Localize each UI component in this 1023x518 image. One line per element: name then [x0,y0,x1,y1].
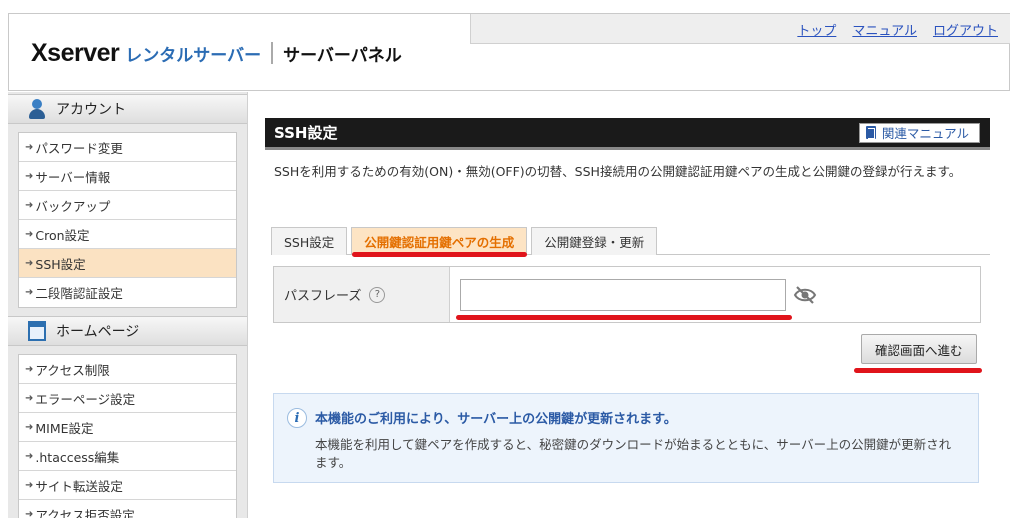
sidebar-item-label: サーバー情報 [35,169,111,185]
sidebar-homepage-list: ➜ アクセス制限 ➜ エラーページ設定 ➜ MIME設定 ➜ .htaccess編集 ➜… [18,354,237,518]
sidebar-section-title: アカウント [56,102,126,118]
title-bar: SSH設定 関連マニュアル [265,118,990,150]
annotation-underline-button [854,368,982,373]
annotation-underline-input [456,315,792,320]
page-description: SSHを利用するための有効(ON)・無効(OFF)の切替、SSH接続用の公開鍵認… [274,164,962,179]
passphrase-input[interactable] [460,279,786,311]
logout-link[interactable]: ログアウト [933,20,998,39]
confirm-button[interactable]: 確認画面へ進む [861,334,977,364]
sidebar-item-error-page[interactable]: ➜ エラーページ設定 [19,384,236,413]
annotation-underline-tab [352,252,527,257]
help-icon[interactable]: ? [369,286,386,303]
tab-bar: SSH設定 公開鍵認証用鍵ペアの生成 公開鍵登録・更新 [271,227,990,255]
sidebar-section-title: ホームページ [56,324,140,340]
person-icon [28,99,46,119]
sidebar-account-list: ➜ パスワード変更 ➜ サーバー情報 ➜ バックアップ ➜ Cron設定 ➜ SSH設定 … [18,132,237,308]
sidebar-item-site-transfer[interactable]: ➜ サイト転送設定 [19,471,236,500]
top-link[interactable]: トップ [797,20,836,39]
arrow-icon: ➜ [25,257,34,269]
logo-subtitle: レンタルサーバー [125,45,262,66]
homepage-icon [28,321,46,341]
info-box: i 本機能のご利用により、サーバー上の公開鍵が更新されます。 本機能を利用して鍵… [273,393,979,483]
arrow-icon: ➜ [25,141,34,153]
info-body: 本機能を利用して鍵ペアを作成すると、秘密鍵のダウンロードが始まるとともに、サーバ… [315,437,952,470]
sidebar-item-two-factor[interactable]: ➜ 二段階認証設定 [19,278,236,307]
sidebar-item-access-deny[interactable]: ➜ アクセス拒否設定 [19,500,236,518]
arrow-icon: ➜ [25,450,34,462]
arrow-icon: ➜ [25,287,34,298]
logo[interactable]: Xserver レンタルサーバー サーバーパネル [31,38,402,68]
related-manual-button[interactable]: 関連マニュアル [858,122,980,143]
book-icon [865,126,876,139]
logo-brand: Xserver [31,38,120,67]
header: Xserver レンタルサーバー サーバーパネル トップ マニュアル ログアウト [8,13,1010,91]
sidebar-item-label: .htaccess編集 [35,449,120,465]
arrow-icon: ➜ [25,228,34,240]
passphrase-label-cell: パスフレーズ ? [274,267,450,322]
info-title: 本機能のご利用により、サーバー上の公開鍵が更新されます。 [315,412,677,427]
sidebar-item-server-info[interactable]: ➜ サーバー情報 [19,162,236,191]
sidebar-item-label: 二段階認証設定 [35,286,123,301]
related-manual-label: 関連マニュアル [881,126,969,141]
header-links: トップ マニュアル ログアウト [797,20,998,39]
page-title: SSH設定 [274,124,338,142]
arrow-icon: ➜ [25,392,34,404]
manual-link[interactable]: マニュアル [852,20,917,39]
sidebar-section-account: アカウント [8,94,247,124]
info-icon: i [287,408,307,428]
sidebar-item-label: パスワード変更 [35,140,123,156]
sidebar-section-homepage: ホームページ [8,316,247,346]
sidebar: アカウント ➜ パスワード変更 ➜ サーバー情報 ➜ バックアップ ➜ Cron設定 ➜… [8,92,248,518]
arrow-icon: ➜ [25,479,34,491]
tab-pubkey-register[interactable]: 公開鍵登録・更新 [531,227,658,255]
sidebar-item-label: SSH設定 [35,256,86,272]
logo-panel-name: サーバーパネル [283,45,402,66]
sidebar-item-htaccess[interactable]: ➜ .htaccess編集 [19,442,236,471]
sidebar-item-ssh[interactable]: ➜ SSH設定 [19,249,236,278]
arrow-icon: ➜ [25,363,34,375]
main-content: SSH設定 関連マニュアル SSHを利用するための有効(ON)・無効(OFF)の… [265,118,990,483]
arrow-icon: ➜ [25,509,34,518]
sidebar-item-cron[interactable]: ➜ Cron設定 [19,220,236,249]
arrow-icon: ➜ [25,170,34,182]
sidebar-item-label: アクセス拒否設定 [35,508,135,518]
sidebar-item-label: サイト転送設定 [35,478,123,494]
sidebar-item-label: エラーページ設定 [35,391,136,407]
sidebar-item-mime[interactable]: ➜ MIME設定 [19,413,236,442]
sidebar-item-label: アクセス制限 [35,362,110,378]
sidebar-item-backup[interactable]: ➜ バックアップ [19,191,236,220]
sidebar-item-label: MIME設定 [35,420,94,436]
logo-separator [271,42,274,64]
eye-off-icon[interactable] [793,285,817,305]
tab-ssh-settings[interactable]: SSH設定 [271,227,348,255]
sidebar-item-label: バックアップ [35,198,111,214]
arrow-icon: ➜ [25,421,34,433]
tab-keypair-generate[interactable]: 公開鍵認証用鍵ペアの生成 [351,227,528,255]
sidebar-item-label: Cron設定 [35,227,90,243]
sidebar-item-password[interactable]: ➜ パスワード変更 [19,133,236,162]
passphrase-field-cell [450,267,980,322]
passphrase-label: パスフレーズ [284,289,362,304]
sidebar-item-access-limit[interactable]: ➜ アクセス制限 [19,355,236,384]
arrow-icon: ➜ [25,199,34,211]
